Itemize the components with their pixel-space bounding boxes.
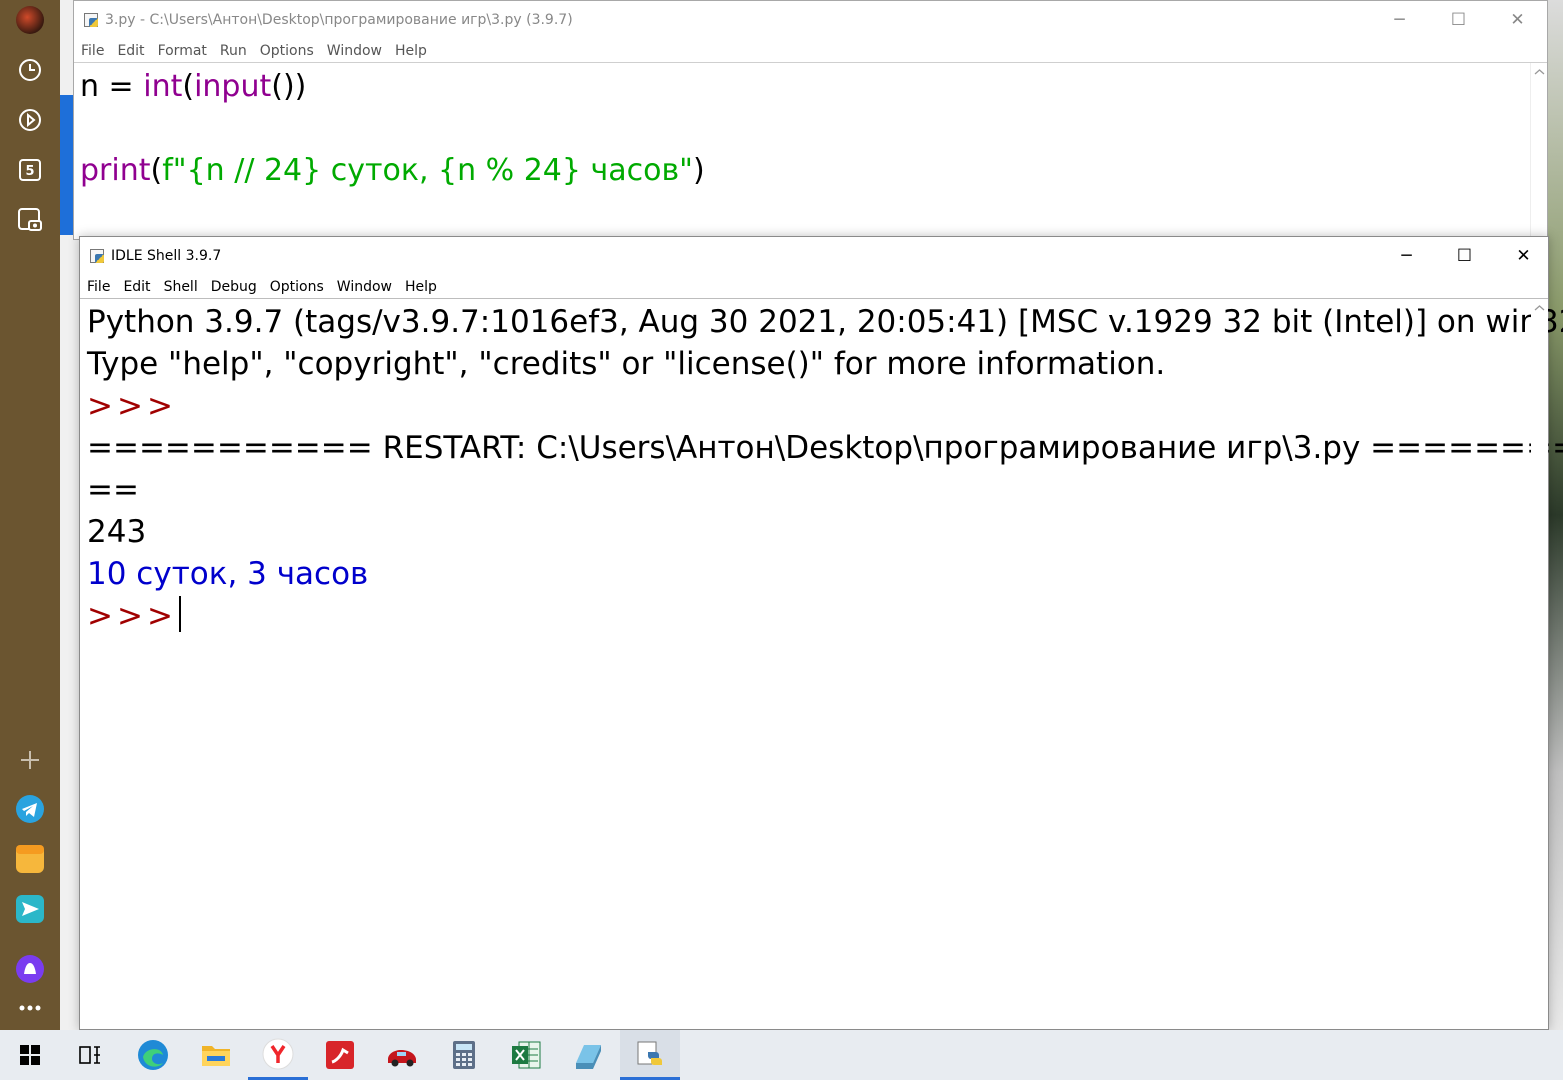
edge-icon[interactable] (123, 1030, 183, 1080)
shell-window[interactable]: IDLE Shell 3.9.7 ─ ☐ ✕ File Edit Shell D… (79, 236, 1563, 1030)
editor-title: 3.py - C:\Users\Антон\Desktop\програмиро… (105, 12, 573, 28)
minimize-button[interactable]: ─ (1370, 1, 1429, 39)
close-button[interactable]: ✕ (1494, 237, 1553, 275)
notepad-icon[interactable] (558, 1030, 618, 1080)
yandex-icon[interactable] (248, 1030, 308, 1080)
code-line-1[interactable]: n = int(input()) (74, 66, 1547, 108)
shell-menubar: File Edit Shell Debug Options Window Hel… (80, 275, 1548, 299)
taskbar (0, 1030, 1563, 1080)
editor-scrollbar[interactable] (1530, 63, 1547, 239)
more-icon[interactable] (14, 992, 46, 1024)
python-idle-icon[interactable] (620, 1030, 680, 1080)
menu-help[interactable]: Help (395, 43, 427, 59)
shell-scrollbar[interactable] (1531, 299, 1548, 1029)
menu-run[interactable]: Run (220, 43, 247, 59)
editor-menubar: File Edit Format Run Options Window Help (74, 39, 1547, 63)
shell-title: IDLE Shell 3.9.7 (111, 248, 222, 264)
code-token: ( (150, 153, 163, 188)
menu-debug[interactable]: Debug (211, 279, 257, 295)
menu-file[interactable]: File (81, 43, 104, 59)
minimize-button[interactable]: ─ (1377, 237, 1436, 275)
idle-shell-icon (89, 248, 105, 264)
excel-icon[interactable] (496, 1030, 556, 1080)
shell-prompt: >>> (87, 388, 177, 424)
idle-file-icon (83, 12, 99, 28)
code-token: ( (182, 69, 195, 104)
send-icon[interactable] (14, 893, 46, 925)
app-red-icon[interactable] (310, 1030, 370, 1080)
shell-titlebar[interactable]: IDLE Shell 3.9.7 (80, 237, 1548, 275)
menu-options[interactable]: Options (260, 43, 314, 59)
menu-edit[interactable]: Edit (123, 279, 150, 295)
program-output-line: 10 суток, 3 часов (87, 556, 369, 592)
windows-start-icon[interactable] (0, 1030, 60, 1080)
code-token: ) (692, 153, 705, 188)
play-icon[interactable] (14, 104, 46, 136)
clock-icon[interactable] (14, 54, 46, 86)
menu-window[interactable]: Window (337, 279, 392, 295)
editor-window[interactable]: 3.py - C:\Users\Антон\Desktop\програмиро… (73, 0, 1548, 240)
telegram-icon[interactable] (14, 793, 46, 825)
background-accent (60, 95, 73, 235)
close-button[interactable]: ✕ (1488, 1, 1547, 39)
menu-window[interactable]: Window (327, 43, 382, 59)
menu-help[interactable]: Help (405, 279, 437, 295)
svg-text:5: 5 (25, 164, 34, 179)
shell-banner-line: Python 3.9.7 (tags/v3.9.7:1016ef3, Aug 3… (87, 304, 1563, 340)
task-view-icon[interactable] (60, 1030, 120, 1080)
five-icon[interactable]: 5 (14, 154, 46, 186)
code-token: int (143, 69, 183, 104)
code-token: input (194, 69, 272, 104)
menu-file[interactable]: File (87, 279, 110, 295)
code-line-3[interactable]: print(f"{n // 24} суток, {n % 24} часов"… (74, 150, 1547, 192)
avatar[interactable] (16, 6, 44, 34)
shell-banner-line: Type "help", "copyright", "credits" or "… (87, 346, 1166, 382)
maximize-button[interactable]: ☐ (1435, 237, 1494, 275)
code-token: print (80, 153, 151, 188)
shell-prompt-line: >>> (80, 385, 1548, 427)
menu-shell[interactable]: Shell (164, 279, 198, 295)
restart-line-wrap: == (87, 472, 139, 508)
notes-icon[interactable] (14, 843, 46, 875)
editor-titlebar[interactable]: 3.py - C:\Users\Антон\Desktop\програмиро… (74, 1, 1547, 39)
menu-edit[interactable]: Edit (117, 43, 144, 59)
shell-output-area[interactable]: Python 3.9.7 (tags/v3.9.7:1016ef3, Aug 3… (80, 299, 1563, 637)
code-line-2[interactable] (74, 108, 1547, 150)
cars-game-icon[interactable] (372, 1030, 432, 1080)
code-token: ()) (271, 69, 307, 104)
restart-line: =========== RESTART: C:\Users\Антон\Desk… (87, 430, 1563, 466)
menu-format[interactable]: Format (158, 43, 207, 59)
desktop-background (1548, 0, 1563, 1030)
calculator-icon[interactable] (434, 1030, 494, 1080)
menu-options[interactable]: Options (270, 279, 324, 295)
shell-input-line[interactable]: >>> (80, 595, 1548, 637)
code-token: f"{n // 24} суток, {n % 24} часов" (162, 153, 693, 188)
shell-prompt: >>> (87, 598, 177, 634)
user-input-line: 243 (87, 514, 147, 550)
screenshot-icon[interactable] (14, 204, 46, 236)
launcher-sidebar: 5 (0, 0, 60, 1030)
plus-icon[interactable] (14, 744, 46, 776)
maximize-button[interactable]: ☐ (1429, 1, 1488, 39)
code-token: n = (80, 69, 144, 104)
file-explorer-icon[interactable] (186, 1030, 246, 1080)
alice-icon[interactable] (14, 953, 46, 985)
text-cursor (178, 596, 181, 632)
